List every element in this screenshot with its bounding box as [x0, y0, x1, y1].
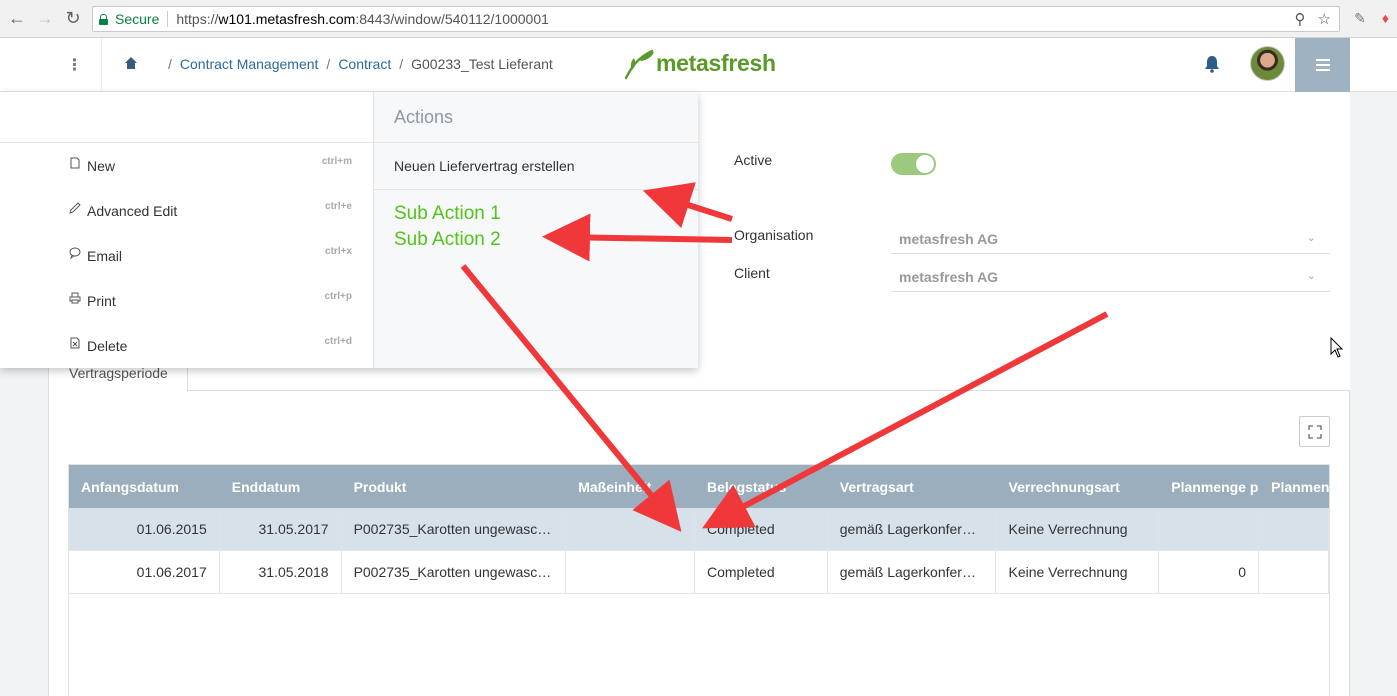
cell	[1259, 508, 1329, 550]
cell: Completed	[695, 551, 828, 593]
leaf-logo-icon	[624, 49, 654, 80]
menu-item-print[interactable]: Print ctrl+p	[0, 278, 373, 323]
column-header[interactable]: Produkt	[342, 465, 567, 508]
logo-text: metasfresh	[656, 49, 776, 76]
active-toggle[interactable]	[891, 153, 936, 175]
column-header[interactable]: Enddatum	[220, 465, 342, 508]
cell: Keine Verrechnung	[996, 551, 1160, 593]
menu-item-new[interactable]: New ctrl+m	[0, 143, 373, 188]
chat-bubble-icon	[69, 247, 81, 259]
organisation-label: Organisation	[734, 227, 814, 243]
list-icon	[1315, 59, 1330, 71]
cell: 31.05.2017	[220, 508, 342, 550]
cell: gemäß Lagerkonferenz	[828, 508, 997, 550]
cell: P002735_Karotten ungewaschen	[342, 508, 567, 550]
document-menu: New ctrl+m Advanced Edit ctrl+e Email ct…	[0, 92, 374, 368]
star-icon[interactable]: ☆	[1318, 10, 1331, 28]
table-row[interactable]: 01.06.2017 31.05.2018 P002735_Karotten u…	[69, 551, 1329, 594]
secure-indicator[interactable]: Secure	[93, 11, 159, 27]
extension-red-icon[interactable]: ♦	[1382, 10, 1389, 27]
forward-arrow-icon[interactable]: →	[34, 8, 56, 30]
breadcrumb-contract[interactable]: Contract	[338, 56, 391, 72]
document-menu-dropdown: New ctrl+m Advanced Edit ctrl+e Email ct…	[0, 92, 698, 368]
table-header: Anfangsdatum Enddatum Produkt Maßeinheit…	[69, 465, 1329, 508]
menu-item-advanced-edit[interactable]: Advanced Edit ctrl+e	[0, 188, 373, 233]
column-header[interactable]: Anfangsdatum	[69, 465, 220, 508]
app-header: ⋮ / Contract Management / Contract / G00…	[0, 38, 1397, 92]
menu-item-email[interactable]: Email ctrl+x	[0, 233, 373, 278]
bell-icon[interactable]	[1204, 55, 1220, 73]
cell	[1259, 551, 1329, 593]
client-label: Client	[734, 265, 770, 281]
pencil-icon	[69, 202, 81, 214]
column-header[interactable]: Planmenge	[1259, 465, 1329, 508]
contract-period-table: Anfangsdatum Enddatum Produkt Maßeinheit…	[68, 464, 1330, 696]
breadcrumb-contract-management[interactable]: Contract Management	[180, 56, 319, 72]
breadcrumb: / Contract Management / Contract / G0023…	[124, 56, 553, 72]
organisation-select[interactable]: metasfresh AG ⌄	[891, 222, 1330, 254]
secure-label: Secure	[115, 11, 160, 27]
cell: 01.06.2017	[69, 551, 220, 593]
table-row[interactable]: 01.06.2015 31.05.2017 P002735_Karotten u…	[69, 508, 1329, 551]
cell: 0	[1159, 551, 1260, 593]
extension-icon[interactable]: ✎	[1354, 10, 1366, 27]
browser-toolbar: ← → ↻ Secure https://w101.metasfresh.com…	[0, 0, 1397, 38]
address-bar[interactable]: Secure https://w101.metasfresh.com:8443/…	[92, 6, 1340, 32]
column-header[interactable]: Belegstatus	[695, 465, 828, 508]
key-icon[interactable]: ⚲	[1295, 10, 1306, 28]
expand-icon[interactable]	[1299, 416, 1330, 447]
vertical-dots-icon[interactable]: ⋮	[48, 38, 102, 92]
menu-item-delete[interactable]: Delete ctrl+d	[0, 323, 373, 368]
cell: gemäß Lagerkonferenz	[828, 551, 997, 593]
new-document-icon	[70, 157, 80, 169]
delete-document-icon	[70, 337, 80, 349]
cell: P002735_Karotten ungewaschen	[342, 551, 567, 593]
chevron-down-icon: ⌄	[1306, 232, 1316, 244]
cell: Keine Verrechnung	[996, 508, 1160, 550]
logo[interactable]: metasfresh	[622, 46, 776, 80]
home-icon[interactable]	[124, 57, 138, 71]
actions-title: Actions	[374, 92, 698, 143]
cell	[1159, 508, 1260, 550]
sidelist-button[interactable]	[1295, 38, 1350, 92]
sub-action-1[interactable]: Sub Action 1	[374, 190, 698, 227]
cell	[566, 508, 695, 550]
url-protocol: https://	[176, 11, 219, 27]
cell: 31.05.2018	[220, 551, 342, 593]
action-neuen-liefervertrag[interactable]: Neuen Liefervertrag erstellen	[374, 143, 698, 190]
printer-icon	[69, 292, 81, 304]
cell	[566, 551, 695, 593]
mouse-cursor-icon	[1330, 337, 1344, 358]
reload-icon[interactable]: ↻	[62, 8, 84, 30]
active-label: Active	[734, 152, 773, 168]
url-host: w101.metasfresh.com	[218, 11, 356, 27]
sub-action-2[interactable]: Sub Action 2	[374, 227, 698, 253]
column-header[interactable]: Vertragsart	[828, 465, 997, 508]
actions-panel: Actions Neuen Liefervertrag erstellen Su…	[374, 92, 698, 368]
cell: 01.06.2015	[69, 508, 220, 550]
chevron-down-icon: ⌄	[1306, 270, 1316, 282]
column-header[interactable]: Planmenge pro	[1159, 465, 1259, 508]
column-header[interactable]: Verrechnungsart	[997, 465, 1160, 508]
client-select[interactable]: metasfresh AG ⌄	[891, 260, 1330, 292]
column-header[interactable]: Maßeinheit	[566, 465, 695, 508]
cell: Completed	[695, 508, 828, 550]
avatar[interactable]	[1250, 46, 1285, 81]
lock-icon	[99, 13, 108, 25]
breadcrumb-current: G00233_Test Lieferant	[411, 56, 553, 72]
url-path: :8443/window/540112/1000001	[355, 11, 549, 27]
back-arrow-icon[interactable]: ←	[6, 8, 28, 30]
